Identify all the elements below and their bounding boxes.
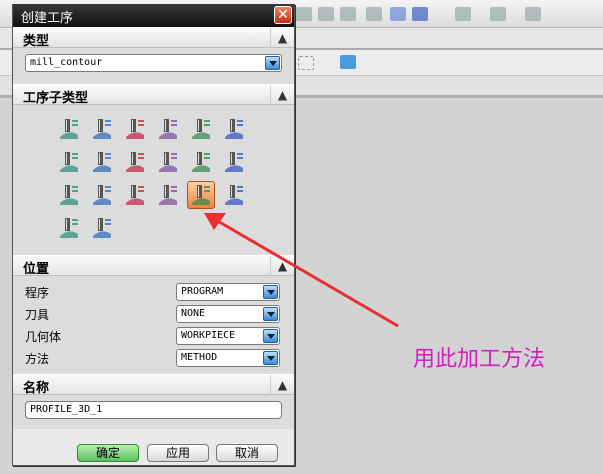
annotation-text: 用此加工方法 [413, 347, 546, 372]
annotation-arrow [204, 213, 399, 328]
